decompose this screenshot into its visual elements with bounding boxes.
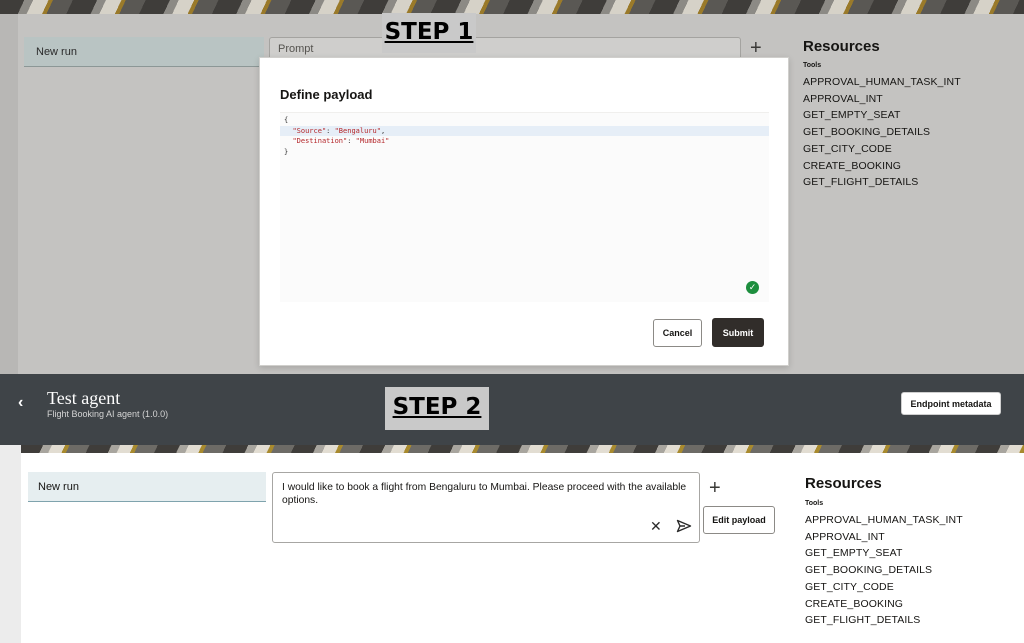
add-run-plus-icon[interactable]: + — [750, 38, 762, 58]
tool-item[interactable]: GET_EMPTY_SEAT — [805, 545, 963, 562]
plus-icon[interactable]: + — [709, 478, 721, 498]
send-icon[interactable] — [676, 519, 692, 533]
prompt-text: I would like to book a flight from Benga… — [282, 482, 687, 506]
json-line: { — [284, 116, 289, 124]
tools-subtitle: Tools — [803, 62, 822, 69]
decorative-banner-strip — [21, 445, 1024, 453]
resources-panel: Resources Tools APPROVAL_HUMAN_TASK_INT … — [805, 475, 963, 629]
left-gutter — [0, 445, 21, 643]
tool-item[interactable]: GET_BOOKING_DETAILS — [803, 124, 961, 141]
define-payload-dialog: Define payload { "Source": "Bengaluru", … — [259, 57, 789, 366]
tool-item[interactable]: APPROVAL_INT — [805, 529, 963, 546]
step1-label: STEP 1 — [382, 13, 476, 53]
step2-panel: ‹ Test agent Flight Booking AI agent (1.… — [0, 374, 1024, 643]
tool-item[interactable]: APPROVAL_INT — [803, 91, 961, 108]
resources-title: Resources — [803, 38, 880, 55]
close-icon[interactable]: ✕ — [650, 519, 662, 533]
tool-item[interactable]: GET_FLIGHT_DETAILS — [805, 612, 963, 629]
resources-title: Resources — [805, 475, 882, 492]
new-run-item[interactable]: New run — [28, 472, 266, 502]
tool-item[interactable]: APPROVAL_HUMAN_TASK_INT — [803, 74, 961, 91]
tool-item[interactable]: APPROVAL_HUMAN_TASK_INT — [805, 512, 963, 529]
json-line: } — [284, 147, 289, 156]
submit-button[interactable]: Submit — [712, 318, 764, 347]
new-run-item[interactable]: New run — [24, 37, 264, 67]
tool-item[interactable]: CREATE_BOOKING — [805, 596, 963, 613]
tool-item[interactable]: GET_CITY_CODE — [805, 579, 963, 596]
resources-panel: Resources Tools APPROVAL_HUMAN_TASK_INT … — [803, 38, 961, 191]
decorative-banner-strip — [0, 0, 1024, 14]
chevron-left-icon[interactable]: ‹ — [18, 394, 23, 412]
step2-label: STEP 2 — [385, 387, 489, 430]
tool-item[interactable]: GET_BOOKING_DETAILS — [805, 562, 963, 579]
dialog-title: Define payload — [280, 87, 373, 102]
page-title: Test agent — [47, 388, 121, 408]
tool-item[interactable]: GET_FLIGHT_DETAILS — [803, 174, 961, 191]
tool-item[interactable]: CREATE_BOOKING — [803, 158, 961, 175]
tools-subtitle: Tools — [805, 500, 824, 507]
page-header: ‹ Test agent Flight Booking AI agent (1.… — [0, 374, 1024, 445]
prompt-textarea[interactable]: I would like to book a flight from Benga… — [272, 472, 700, 543]
tool-item[interactable]: GET_EMPTY_SEAT — [803, 107, 961, 124]
edit-payload-button[interactable]: Edit payload — [703, 506, 775, 534]
payload-json-editor[interactable]: { "Source": "Bengaluru", "Destination": … — [280, 112, 769, 302]
check-circle-icon: ✓ — [746, 281, 759, 294]
cancel-button[interactable]: Cancel — [653, 319, 702, 347]
step1-panel: New run Prompt + Resources Tools APPROVA… — [0, 0, 1024, 374]
tool-item[interactable]: GET_CITY_CODE — [803, 141, 961, 158]
json-line: "Destination": "Mumbai" — [292, 137, 390, 145]
page-subtitle: Flight Booking AI agent (1.0.0) — [47, 409, 169, 419]
endpoint-metadata-button[interactable]: Endpoint metadata — [901, 392, 1001, 415]
json-line: "Source": "Bengaluru", — [280, 125, 769, 136]
tools-list: APPROVAL_HUMAN_TASK_INT APPROVAL_INT GET… — [803, 74, 961, 191]
tools-list: APPROVAL_HUMAN_TASK_INT APPROVAL_INT GET… — [805, 512, 963, 629]
